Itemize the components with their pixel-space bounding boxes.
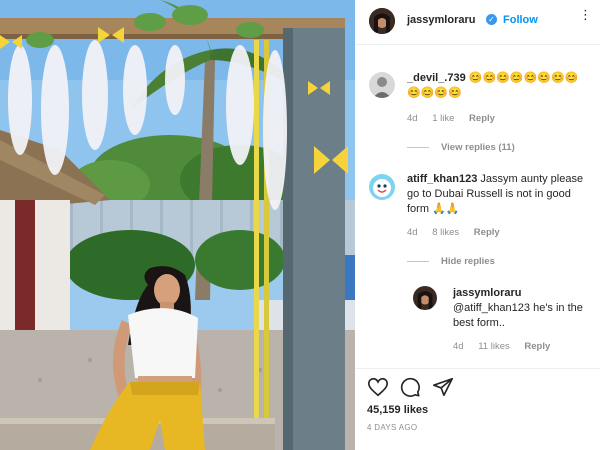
reply-avatar[interactable]: [413, 286, 437, 310]
verified-badge-icon: ✓: [486, 14, 497, 25]
post-header: jassymloraru ✓ Follow ⋮: [355, 0, 600, 45]
post-photo[interactable]: [0, 0, 355, 450]
comment-time[interactable]: 4d: [407, 113, 418, 124]
author-username[interactable]: jassymloraru: [407, 14, 475, 26]
reply-meta: 4d 11 likes Reply: [453, 341, 562, 352]
commenter-avatar[interactable]: [369, 174, 395, 200]
view-replies-button[interactable]: View replies (11): [441, 142, 515, 153]
replies-divider: [407, 261, 429, 262]
comment-icon[interactable]: [399, 376, 421, 398]
comment-likes[interactable]: 8 likes: [432, 227, 459, 238]
comment-text: _devil_.739 😊😊😊😊😊😊😊😊😊😊😊😊: [407, 71, 592, 101]
post-actions: 45,159 likes 4 DAYS AGO: [355, 368, 600, 450]
comment-text: atiff_khan123 Jassym aunty please go to …: [407, 172, 592, 217]
author-avatar[interactable]: [369, 8, 395, 34]
heart-icon[interactable]: [367, 376, 389, 398]
reply-button[interactable]: Reply: [474, 227, 500, 238]
follow-button[interactable]: Follow: [503, 14, 538, 26]
reply-button[interactable]: Reply: [469, 113, 495, 124]
photo-scene: [0, 0, 355, 450]
comment-time[interactable]: 4d: [407, 227, 418, 238]
commenter-avatar[interactable]: [369, 72, 395, 98]
post-timestamp[interactable]: 4 DAYS AGO: [367, 423, 417, 432]
reply-likes[interactable]: 11 likes: [478, 341, 510, 352]
comments-panel: jassymloraru ✓ Follow ⋮ _devil_.739 😊😊😊😊…: [355, 0, 600, 450]
comment-username[interactable]: atiff_khan123: [407, 173, 477, 185]
reply-time[interactable]: 4d: [453, 341, 464, 352]
reply-button[interactable]: Reply: [524, 341, 550, 352]
reply-body: @atiff_khan123 he's in the best form..: [453, 302, 583, 329]
reply-text: jassymloraru @atiff_khan123 he's in the …: [453, 286, 593, 331]
more-options-icon[interactable]: ⋮: [579, 8, 592, 23]
reply-username[interactable]: jassymloraru: [453, 287, 521, 299]
replies-divider: [407, 147, 429, 148]
hide-replies-button[interactable]: Hide replies: [441, 256, 495, 267]
share-icon[interactable]: [432, 376, 454, 398]
comment-username[interactable]: _devil_.739: [407, 72, 466, 84]
comment-meta: 4d 1 like Reply: [407, 113, 507, 124]
likes-count[interactable]: 45,159 likes: [367, 404, 428, 416]
comment-meta: 4d 8 likes Reply: [407, 227, 512, 238]
comment-likes[interactable]: 1 like: [432, 113, 454, 124]
